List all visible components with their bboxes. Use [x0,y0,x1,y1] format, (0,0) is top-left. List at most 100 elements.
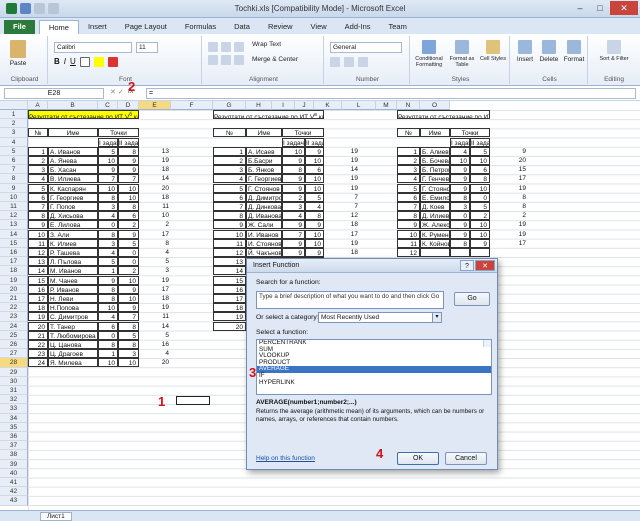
row-header[interactable]: 38 [0,450,28,460]
task2-score[interactable]: 9 [305,248,324,257]
task1-score[interactable]: 4 [98,211,118,221]
total-score[interactable]: 12 [324,211,360,220]
task2-score[interactable]: 9 [470,238,490,248]
student-name[interactable]: Д. Динкова [246,202,282,211]
tab-review[interactable]: Review [259,20,302,34]
align-bottom-icon[interactable] [234,42,244,52]
task1-score[interactable]: 1 [98,266,118,276]
row-header[interactable]: 2 [0,119,28,129]
fill-color-icon[interactable] [93,57,104,67]
total-score[interactable]: 20 [139,184,171,193]
ok-button[interactable]: OK [397,452,439,465]
total-score[interactable]: 5 [139,257,171,266]
row-number[interactable]: 1 [213,146,246,156]
row-header[interactable]: 19 [0,275,28,285]
total-score[interactable]: 2 [490,211,528,220]
task1-score[interactable]: 5 [98,146,118,156]
row-number[interactable]: 2 [28,156,48,165]
column-no-header[interactable]: № [397,128,420,138]
row-header[interactable]: 17 [0,257,28,267]
underline-button[interactable]: U [70,57,76,67]
total-score[interactable]: 19 [490,184,528,193]
row-number[interactable]: 5 [397,183,420,193]
task2-score[interactable]: 4 [305,202,324,211]
close-button[interactable]: ✕ [610,1,638,15]
task2-score[interactable]: 0 [118,257,139,267]
tab-page-layout[interactable]: Page Layout [116,20,176,34]
row-header[interactable]: 36 [0,432,28,442]
total-score[interactable]: 18 [324,248,360,257]
task1-score[interactable]: 9 [282,156,305,165]
task2-score[interactable]: 8 [118,340,139,349]
task2-score[interactable]: 10 [118,275,139,285]
row-number[interactable]: 9 [28,220,48,230]
task1-score[interactable]: 8 [98,192,118,202]
row-number[interactable]: 23 [28,349,48,359]
total-score[interactable]: 15 [490,165,528,174]
task2-score[interactable]: 10 [118,358,139,368]
row-header[interactable]: 43 [0,496,28,506]
task2-header[interactable]: II задача [470,137,490,147]
column-header-c[interactable]: C [98,101,118,110]
task1-score[interactable]: 10 [98,303,118,313]
row-header[interactable]: 8 [0,174,28,184]
italic-button[interactable]: I [64,57,66,67]
student-name[interactable]: К. Каспарян [48,183,98,193]
row-number[interactable]: 10 [213,229,246,239]
column-name-header[interactable]: Име [420,128,450,138]
row-number[interactable]: 21 [28,330,48,340]
row-header[interactable]: 14 [0,229,28,239]
row-header[interactable]: 13 [0,220,28,230]
row-number[interactable]: 2 [213,156,246,165]
task1-score[interactable]: 2 [282,192,305,202]
task1-score[interactable]: 0 [98,220,118,230]
row-header[interactable]: 39 [0,459,28,469]
task2-score[interactable]: 6 [305,165,324,175]
student-name[interactable]: Д. Иванова [246,211,282,221]
row-header[interactable]: 12 [0,211,28,221]
total-score[interactable]: 17 [139,285,171,294]
borders-icon[interactable] [79,57,90,67]
task2-score[interactable]: 9 [305,146,324,156]
total-score[interactable]: 14 [324,165,360,174]
tab-formulas[interactable]: Formulas [176,20,225,34]
function-item-selected[interactable]: AVERAGE [257,366,491,373]
function-search-input[interactable]: Type a brief description of what you wan… [256,291,444,309]
row-header[interactable]: 32 [0,395,28,405]
task2-score[interactable]: 6 [118,211,139,221]
task1-score[interactable]: 3 [98,202,118,211]
row-header[interactable]: 15 [0,238,28,248]
task1-score[interactable]: 3 [450,202,470,211]
task2-score[interactable]: 5 [118,330,139,340]
tab-team[interactable]: Team [380,20,416,34]
conditional-formatting-button[interactable]: Conditional Formatting [414,40,444,68]
format-cells-button[interactable]: Format [562,40,586,63]
student-name[interactable]: Б. Алиев [420,146,450,156]
student-name[interactable]: Л. Пълова [48,257,98,267]
total-score[interactable]: 4 [139,349,171,358]
task1-score[interactable]: 8 [98,340,118,349]
task2-score[interactable]: 10 [118,183,139,193]
row-number[interactable]: 11 [28,238,48,248]
task2-score[interactable]: 0 [470,192,490,202]
task2-score[interactable] [470,248,490,257]
column-header-b[interactable]: B [48,101,98,110]
row-number[interactable]: 24 [28,358,48,368]
student-name[interactable]: Е. Емилов [420,192,450,202]
total-score[interactable]: 19 [490,220,528,229]
total-score[interactable]: 5 [139,331,171,340]
function-item[interactable]: PERCENTRANK [257,340,491,347]
font-size-select[interactable]: 11 [136,42,158,53]
row-number[interactable]: 16 [28,284,48,294]
row-number[interactable]: 8 [28,211,48,221]
task1-score[interactable]: 9 [450,220,470,230]
points-header[interactable]: Точки [282,128,324,138]
total-score[interactable]: 20 [490,156,528,165]
points-header[interactable]: Точки [98,128,139,138]
row-number[interactable]: 17 [28,294,48,303]
task1-score[interactable]: 10 [98,358,118,368]
row-number[interactable]: 12 [397,248,420,257]
row-header[interactable]: 34 [0,413,28,423]
row-number[interactable]: 2 [397,156,420,165]
task1-score[interactable]: 6 [98,321,118,331]
